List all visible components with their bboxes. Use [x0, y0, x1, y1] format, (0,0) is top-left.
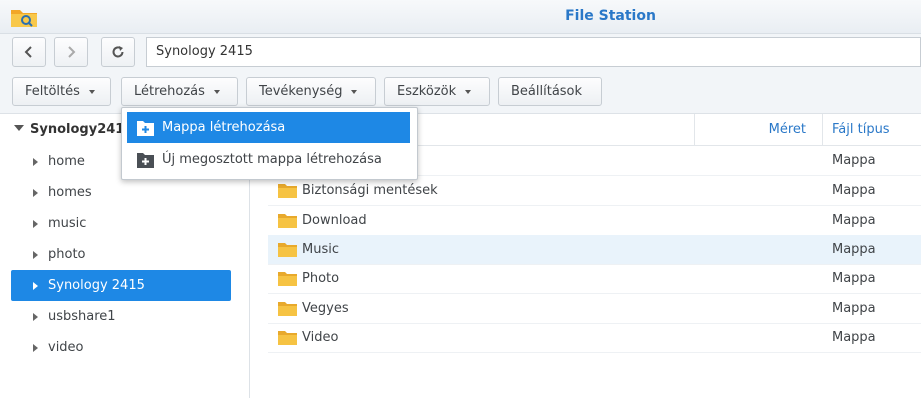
tree-item-homes[interactable]: homes [11, 177, 231, 208]
create-button[interactable]: Létrehozás [121, 77, 238, 106]
upload-label: Feltöltés [25, 84, 80, 99]
caret-down-icon [88, 89, 95, 94]
add-shared-folder-icon [137, 153, 154, 168]
action-button[interactable]: Tevékenység [246, 77, 376, 106]
tools-label: Eszközök [397, 84, 457, 99]
file-row[interactable]: Music Mappa [268, 235, 921, 265]
folder-icon [278, 302, 297, 316]
tree-item-label: homes [48, 185, 92, 200]
file-row[interactable]: Biztonsági mentések Mappa [268, 176, 921, 206]
file-name: Music [302, 242, 339, 257]
file-row[interactable]: Photo Mappa [268, 264, 921, 294]
tree-item-video[interactable]: video [11, 332, 231, 363]
settings-label: Beállítások [511, 84, 583, 99]
forward-button[interactable] [54, 37, 88, 67]
caret-right-icon[interactable] [33, 343, 38, 352]
refresh-icon [112, 46, 124, 58]
caret-right-icon[interactable] [33, 312, 38, 321]
tree-root-label: Synology2415 [30, 122, 134, 137]
menu-item-label: Mappa létrehozása [162, 120, 286, 135]
file-name: Biztonsági mentések [302, 183, 438, 198]
tree-item-music[interactable]: music [11, 208, 231, 239]
file-type: Mappa [832, 153, 876, 168]
file-type: Mappa [832, 183, 876, 198]
file-type: Mappa [832, 242, 876, 257]
file-type: Mappa [832, 330, 876, 345]
menu-item-create-shared-folder[interactable]: Új megosztott mappa létrehozása [127, 144, 410, 175]
folder-icon [278, 184, 297, 198]
file-row[interactable]: Download Mappa [268, 206, 921, 236]
folder-icon [278, 214, 297, 228]
create-dropdown-menu: Mappa létrehozása Új megosztott mappa lé… [121, 107, 418, 180]
tree-item-label: usbshare1 [48, 309, 116, 324]
tree-item-synology-2415[interactable]: Synology 2415 [11, 270, 231, 301]
upload-button[interactable]: Feltöltés [12, 77, 111, 106]
caret-down-icon [351, 89, 358, 94]
file-name: Vegyes [302, 301, 349, 316]
folder-icon [278, 331, 297, 345]
file-row[interactable]: Vegyes Mappa [268, 294, 921, 324]
create-label: Létrehozás [134, 84, 205, 99]
folder-icon [278, 243, 297, 257]
caret-down-icon [465, 89, 472, 94]
caret-down-icon [213, 89, 220, 94]
title-bar: File Station [0, 0, 921, 34]
menu-item-create-folder[interactable]: Mappa létrehozása [127, 112, 410, 143]
tools-button[interactable]: Eszközök [384, 77, 490, 106]
tree-item-photo[interactable]: photo [11, 239, 231, 270]
column-size[interactable]: Méret [694, 114, 823, 146]
action-label: Tevékenység [259, 84, 343, 99]
navigation-bar: Synology 2415 [0, 34, 921, 70]
file-name: Video [302, 330, 339, 345]
menu-item-label: Új megosztott mappa létrehozása [162, 152, 382, 167]
caret-right-icon[interactable] [33, 157, 38, 166]
tree-item-label: Synology 2415 [48, 278, 145, 293]
file-name: Download [302, 213, 367, 228]
column-type[interactable]: Fájl típus [832, 122, 890, 137]
caret-right-icon[interactable] [33, 250, 38, 259]
window-title: File Station [565, 8, 656, 24]
path-input[interactable]: Synology 2415 [146, 37, 921, 67]
tree-item-usbshare1[interactable]: usbshare1 [11, 301, 231, 332]
file-type: Mappa [832, 213, 876, 228]
caret-down-icon[interactable] [14, 125, 24, 131]
tree-root[interactable]: Synology2415 [14, 122, 133, 137]
tree-item-label: video [48, 340, 84, 355]
tree-item-label: music [48, 216, 87, 231]
file-row[interactable]: Video Mappa [268, 323, 921, 353]
file-type: Mappa [832, 271, 876, 286]
caret-right-icon[interactable] [33, 219, 38, 228]
caret-right-icon[interactable] [33, 188, 38, 197]
add-folder-icon [137, 121, 154, 136]
chevron-right-icon [68, 46, 76, 58]
caret-right-icon[interactable] [33, 281, 38, 290]
file-type: Mappa [832, 301, 876, 316]
folder-icon [278, 272, 297, 286]
refresh-button[interactable] [101, 37, 135, 67]
file-name: Photo [302, 271, 340, 286]
tree-item-label: home [48, 154, 85, 169]
settings-button[interactable]: Beállítások [498, 77, 602, 106]
tree-item-label: photo [48, 247, 86, 262]
back-button[interactable] [12, 37, 46, 67]
chevron-left-icon [24, 46, 32, 58]
